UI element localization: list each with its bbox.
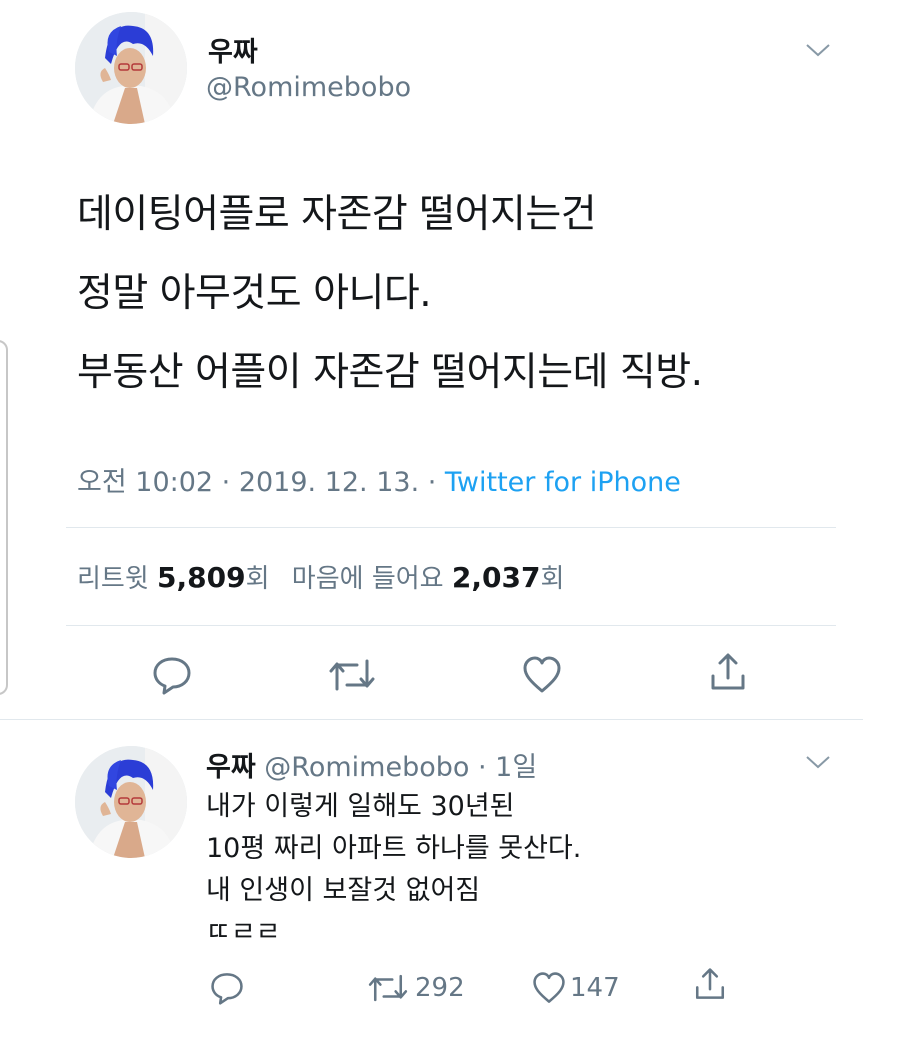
source-link[interactable]: Twitter for iPhone xyxy=(445,467,681,498)
reply-action[interactable] xyxy=(210,970,244,1006)
author-name[interactable]: 우짜 xyxy=(208,30,258,69)
retweet-icon[interactable] xyxy=(327,655,377,695)
reply-time[interactable]: · 1일 xyxy=(478,752,537,783)
avatar[interactable] xyxy=(75,746,187,858)
share-icon xyxy=(693,967,727,1001)
divider xyxy=(0,719,863,720)
divider xyxy=(66,625,836,626)
tweet-line: 부동산 어플이 자존감 떨어지는데 직방. xyxy=(77,350,703,395)
divider xyxy=(66,527,836,528)
heart-icon[interactable] xyxy=(522,655,562,695)
retweet-label: 리트윗 xyxy=(77,564,149,594)
chevron-down-icon[interactable] xyxy=(805,42,831,58)
timestamp[interactable]: 오전 10:02 · 2019. 12. 13. · xyxy=(77,467,445,498)
author-handle[interactable]: @Romimebobo xyxy=(206,72,411,103)
like-action[interactable]: 147 xyxy=(532,970,620,1006)
chevron-down-icon[interactable] xyxy=(805,754,831,770)
reply-icon[interactable] xyxy=(152,655,192,695)
reply-text: 내가 이렇게 일해도 30년된 10평 짜리 아파트 하나를 못산다. 내 인생… xyxy=(206,786,581,954)
tweet-line: 정말 아무것도 아니다. xyxy=(77,271,432,316)
reply-line: 내가 이렇게 일해도 30년된 xyxy=(206,791,515,822)
tweet-text: 데이팅어플로 자존감 떨어지는건 정말 아무것도 아니다. 부동산 어플이 자존… xyxy=(77,175,703,412)
retweet-stat[interactable]: 리트윗 5,809회 xyxy=(77,561,270,594)
heart-icon xyxy=(532,971,566,1005)
avatar[interactable] xyxy=(75,12,187,124)
tweet-stats: 리트윗 5,809회 마음에 들어요 2,037회 xyxy=(77,558,564,595)
retweet-unit: 회 xyxy=(245,564,270,594)
like-label: 마음에 들어요 xyxy=(291,564,444,594)
reply-line: 10평 짜리 아파트 하나를 못산다. xyxy=(206,833,582,864)
retweet-count: 5,809 xyxy=(157,561,246,594)
reply-author-name[interactable]: 우짜 xyxy=(206,752,256,783)
reply-icon xyxy=(210,971,244,1005)
tweet-line: 데이팅어플로 자존감 떨어지는건 xyxy=(77,192,597,237)
like-stat[interactable]: 마음에 들어요 2,037회 xyxy=(291,561,565,594)
tweet-meta: 오전 10:02 · 2019. 12. 13. · Twitter for i… xyxy=(77,460,681,499)
reply-header: 우짜 @Romimebobo · 1일 xyxy=(206,745,537,784)
reply-line: ㄸㄹㄹ xyxy=(206,917,281,948)
share-action[interactable] xyxy=(693,966,727,1002)
retweet-action[interactable]: 292 xyxy=(365,970,465,1006)
retweet-count: 292 xyxy=(415,973,465,1003)
reply-line: 내 인생이 보잘것 없어짐 xyxy=(206,875,481,906)
edge-frame xyxy=(0,340,8,695)
like-count: 2,037 xyxy=(451,561,541,594)
share-icon[interactable] xyxy=(708,652,748,692)
reply-author-handle[interactable]: @Romimebobo xyxy=(264,752,469,783)
like-unit: 회 xyxy=(540,564,565,594)
like-count: 147 xyxy=(570,973,620,1003)
retweet-icon xyxy=(365,971,411,1005)
